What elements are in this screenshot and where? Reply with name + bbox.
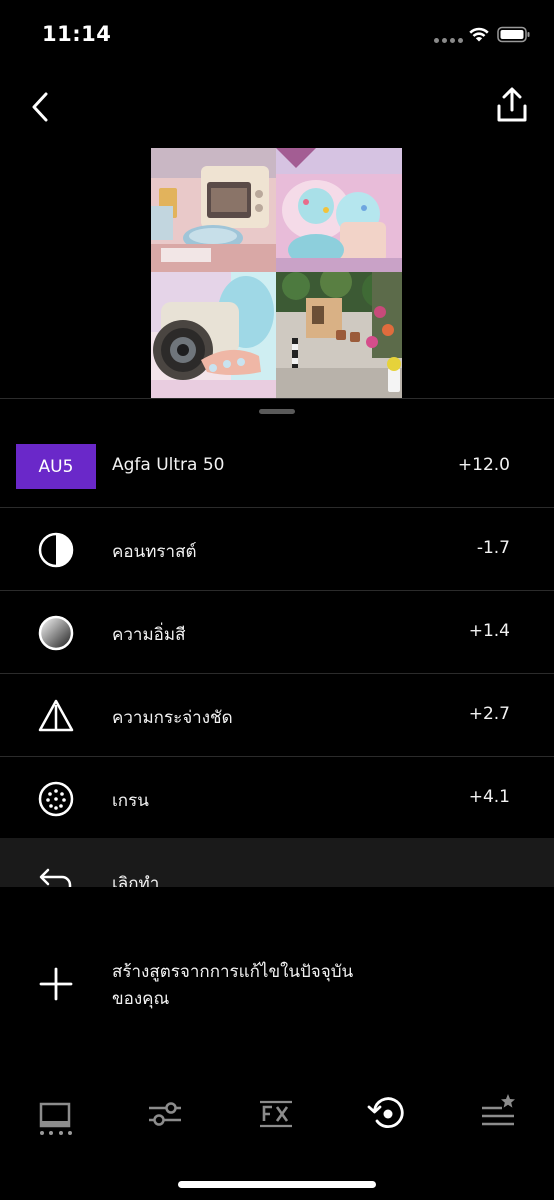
history-item-saturation[interactable]: ความอิ่มสี +1.4 [0,591,554,674]
adjustment-label: คอนทราสต์ [112,542,197,562]
battery-icon [497,26,530,43]
sharpen-icon [38,699,74,732]
photo-quadrant-kitchen [151,148,276,272]
preset-badge: AU5 [16,444,96,489]
preset-name: Agfa Ultra 50 [112,455,225,475]
status-time: 11:14 [42,22,112,46]
plus-icon [39,967,73,1001]
history-icon[interactable] [366,1090,410,1134]
presets-icon[interactable] [33,1090,77,1134]
recipes-icon[interactable] [476,1090,520,1134]
adjustment-label: ความกระจ่างชัด [112,708,233,728]
tools-icon[interactable] [143,1090,187,1134]
sheet-divider [0,398,554,399]
photo-quadrant-cushions [276,148,402,272]
more-indicator [40,1131,72,1135]
home-indicator [178,1181,376,1188]
grain-icon [38,781,74,817]
editor-screen: 11:14 AU5 Agfa Ultra 50 +12.0 คอนทราสต์ … [0,0,554,1200]
adjustment-value: +4.1 [468,787,510,807]
adjustment-label: ความอิ่มสี [112,625,186,645]
adjustment-label: เกรน [112,791,149,811]
preset-value: +12.0 [457,455,510,475]
photo-quadrant-camera [151,272,276,398]
adjustment-value: -1.7 [476,538,510,558]
bottom-toolbar [0,1080,554,1150]
edit-history-list: AU5 Agfa Ultra 50 +12.0 คอนทราสต์ -1.7 ค… [0,425,554,840]
photo-quadrant-street [276,272,402,398]
history-item-grain[interactable]: เกรน +4.1 [0,757,554,840]
undo-icon [39,868,72,887]
history-item-preset[interactable]: AU5 Agfa Ultra 50 +12.0 [0,425,554,508]
preset-code: AU5 [38,456,74,477]
fx-icon[interactable] [254,1090,298,1134]
adjustment-value: +2.7 [468,704,510,724]
sheet-grab-handle[interactable] [259,409,295,414]
adjustment-value: +1.4 [468,621,510,641]
create-recipe-button[interactable]: สร้างสูตรจากการแก้ไขในปัจจุบันของคุณ [0,950,554,1020]
contrast-icon [38,532,74,568]
undo-label: เลิกทำ [112,874,160,887]
history-item-contrast[interactable]: คอนทราสต์ -1.7 [0,508,554,591]
saturation-icon [38,615,74,651]
wifi-icon [469,27,489,42]
back-button[interactable] [24,88,58,126]
cellular-signal-icon [434,38,464,46]
status-bar: 11:14 [0,0,554,70]
history-item-sharpen[interactable]: ความกระจ่างชัด +2.7 [0,674,554,757]
undo-button[interactable]: เลิกทำ [0,838,554,887]
share-icon[interactable] [494,86,530,126]
photo-preview[interactable] [151,148,402,398]
create-recipe-label: สร้างสูตรจากการแก้ไขในปัจจุบันของคุณ [112,962,354,1009]
